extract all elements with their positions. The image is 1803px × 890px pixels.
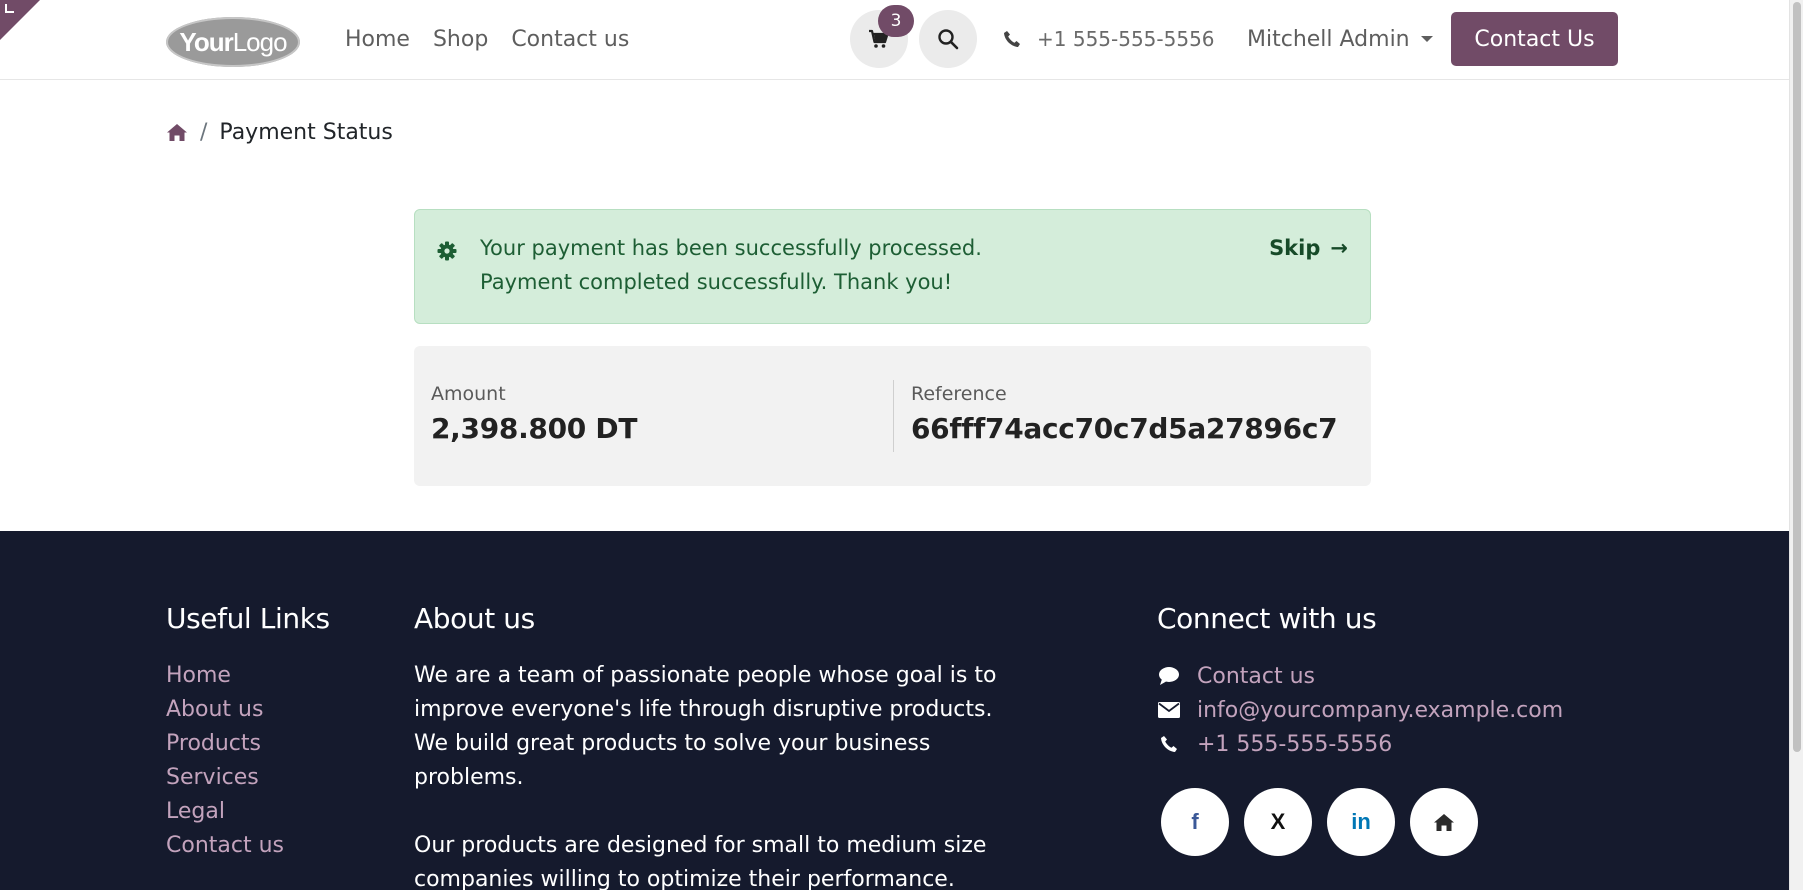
linkedin-button[interactable]: in	[1327, 788, 1395, 856]
alert-message: Your payment has been successfully proce…	[480, 236, 982, 260]
scrollbar-thumb[interactable]	[1793, 2, 1801, 752]
breadcrumb-separator: /	[200, 119, 208, 145]
facebook-button[interactable]: f	[1161, 788, 1229, 856]
footer-link-services[interactable]: Services	[166, 765, 259, 790]
connect-contact-row[interactable]: Contact us	[1157, 661, 1315, 691]
footer-link-home[interactable]: Home	[166, 663, 231, 688]
phone-icon	[1004, 31, 1020, 47]
header-phone[interactable]: +1 555-555-5556	[1003, 24, 1215, 54]
linkedin-icon: in	[1351, 809, 1371, 834]
x-icon: X	[1270, 809, 1286, 834]
useful-links-heading: Useful Links	[166, 602, 330, 635]
arrow-right-icon: →	[1330, 236, 1348, 260]
nav-contact-us[interactable]: Contact us	[511, 27, 629, 52]
connect-email-row[interactable]: info@yourcompany.example.com	[1157, 695, 1563, 725]
phone-icon	[1161, 736, 1177, 752]
user-menu[interactable]: Mitchell Admin	[1247, 22, 1433, 56]
main-nav: Home Shop Contact us	[345, 0, 652, 78]
contact-us-button[interactable]: Contact Us	[1451, 12, 1618, 66]
footer-link-about-us[interactable]: About us	[166, 697, 263, 722]
connect-contact-link[interactable]: Contact us	[1197, 664, 1315, 689]
amount-label: Amount	[431, 383, 506, 405]
about-text-line: We are a team of passionate people whose…	[414, 663, 997, 688]
skip-label: Skip	[1269, 236, 1321, 260]
logo-text: YourLogo	[179, 27, 287, 57]
chevron-down-icon	[1420, 36, 1433, 42]
about-text-line: We build great products to solve your bu…	[414, 731, 931, 756]
home-icon[interactable]	[166, 123, 188, 142]
details-divider	[893, 380, 894, 452]
header-phone-number: +1 555-555-5556	[1037, 27, 1215, 51]
website-home-button[interactable]	[1410, 788, 1478, 856]
envelope-icon	[1158, 702, 1180, 718]
reference-label: Reference	[911, 383, 1007, 405]
about-text-line: problems.	[414, 765, 524, 790]
comment-icon	[1159, 667, 1179, 685]
alert-detail: Payment completed successfully. Thank yo…	[480, 270, 953, 294]
about-us-heading: About us	[414, 602, 535, 635]
amount-value: 2,398.800 DT	[431, 412, 638, 445]
site-header: YourLogo Home Shop Contact us 3 +1 555-5…	[0, 0, 1789, 80]
footer-link-legal[interactable]: Legal	[166, 799, 225, 824]
connect-phone-row[interactable]: +1 555-555-5556	[1157, 729, 1392, 759]
about-text-line: companies willing to optimize their perf…	[414, 867, 955, 890]
facebook-icon: f	[1191, 809, 1199, 834]
gear-icon	[437, 241, 457, 261]
connect-phone-link[interactable]: +1 555-555-5556	[1197, 732, 1392, 757]
payment-details-panel: Amount 2,398.800 DT Reference 66fff74acc…	[414, 346, 1371, 486]
corner-icon	[5, 4, 14, 13]
reference-value: 66fff74acc70c7d5a27896c7	[911, 412, 1338, 445]
user-name: Mitchell Admin	[1247, 26, 1410, 52]
breadcrumb: / Payment Status	[166, 115, 393, 149]
footer-link-contact-us[interactable]: Contact us	[166, 833, 284, 858]
about-text-line: Our products are designed for small to m…	[414, 833, 987, 858]
connect-email-link[interactable]: info@yourcompany.example.com	[1197, 698, 1563, 723]
home-icon	[1434, 813, 1454, 831]
cart-count-badge: 3	[878, 5, 914, 37]
skip-link[interactable]: Skip →	[1269, 236, 1348, 260]
about-text-line: improve everyone's life through disrupti…	[414, 697, 993, 722]
search-button[interactable]	[919, 10, 977, 68]
nav-shop[interactable]: Shop	[433, 27, 488, 52]
nav-home[interactable]: Home	[345, 27, 410, 52]
search-icon	[938, 29, 959, 50]
footer-link-products[interactable]: Products	[166, 731, 261, 756]
x-button[interactable]: X	[1244, 788, 1312, 856]
connect-heading: Connect with us	[1157, 602, 1377, 635]
site-logo[interactable]: YourLogo	[166, 17, 300, 67]
payment-success-alert: Your payment has been successfully proce…	[414, 209, 1371, 324]
page-scrollbar[interactable]	[1789, 0, 1803, 890]
site-footer: Useful Links Home About us Products Serv…	[0, 531, 1789, 890]
breadcrumb-current: Payment Status	[219, 119, 393, 145]
